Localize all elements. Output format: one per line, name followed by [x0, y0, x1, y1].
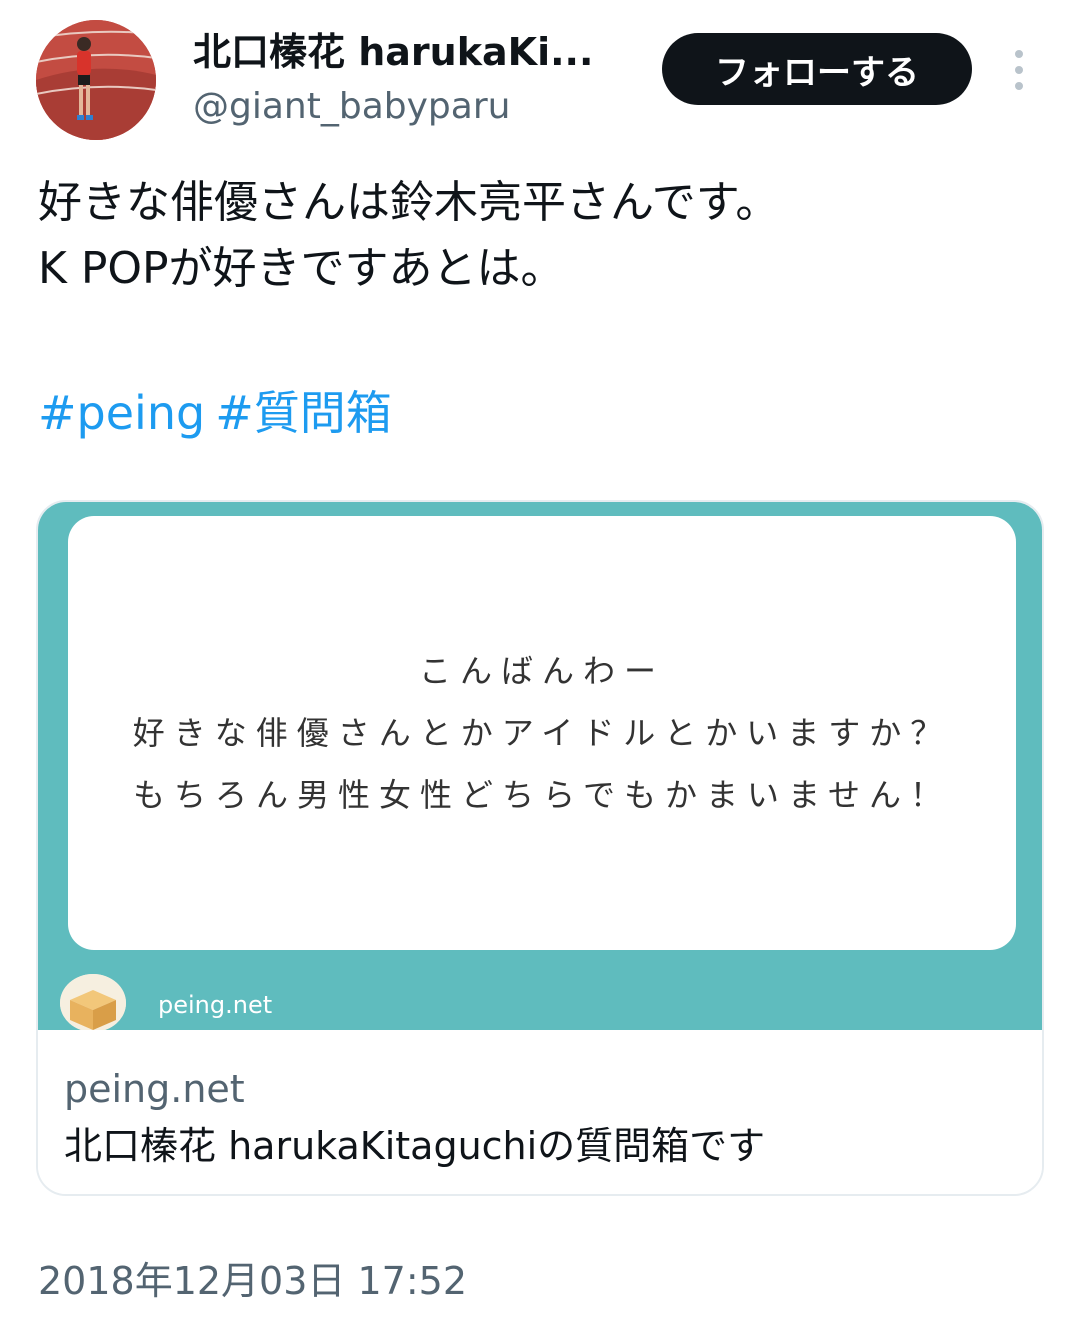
more-options-icon[interactable]: [1004, 50, 1034, 90]
question-line: 好きな俳優さんとかアイドルとかいますか？: [132, 714, 952, 752]
question-line: こんばんわー: [418, 652, 665, 690]
hashtag-link[interactable]: #peing: [38, 386, 205, 440]
more-dot: [1015, 66, 1023, 74]
peing-box-icon: [60, 974, 126, 1032]
card-domain: peing.net: [64, 1067, 245, 1111]
more-dot: [1015, 82, 1023, 90]
avatar[interactable]: [36, 20, 156, 140]
follow-button[interactable]: フォローする: [662, 33, 972, 105]
tweet-line: K POPが好きですあとは。: [38, 243, 565, 294]
avatar-photo: [36, 20, 156, 140]
card-image: こんばんわー 好きな俳優さんとかアイドルとかいますか？ もちろん男性女性どちらで…: [38, 502, 1042, 1032]
tweet-timestamp[interactable]: 2018年12月03日 17:52: [38, 1256, 467, 1306]
hashtag-row: #peing #質問箱: [38, 380, 402, 446]
link-card[interactable]: こんばんわー 好きな俳優さんとかアイドルとかいますか？ もちろん男性女性どちらで…: [36, 500, 1044, 1196]
tweet-line: 好きな俳優さんは鈴木亮平さんです。: [38, 177, 780, 228]
card-site-label: peing.net: [158, 991, 273, 1019]
card-footer: peing.net 北口榛花 harukaKitaguchiの質問箱です: [38, 1030, 1042, 1194]
hashtag-link[interactable]: #質問箱: [215, 386, 392, 440]
display-name[interactable]: 北口榛花 harukaKi...: [193, 28, 623, 76]
question-line: もちろん男性女性どちらでもかまいません！: [132, 776, 952, 814]
tweet-text: 好きな俳優さんは鈴木亮平さんです。 K POPが好きですあとは。: [38, 170, 1048, 302]
user-handle[interactable]: @giant_babyparu: [193, 84, 510, 130]
question-panel: こんばんわー 好きな俳優さんとかアイドルとかいますか？ もちろん男性女性どちらで…: [68, 516, 1016, 950]
card-title: 北口榛花 harukaKitaguchiの質問箱です: [64, 1124, 766, 1168]
more-dot: [1015, 50, 1023, 58]
tweet-detail: 北口榛花 harukaKi... @giant_babyparu フォローする …: [0, 0, 1080, 1335]
